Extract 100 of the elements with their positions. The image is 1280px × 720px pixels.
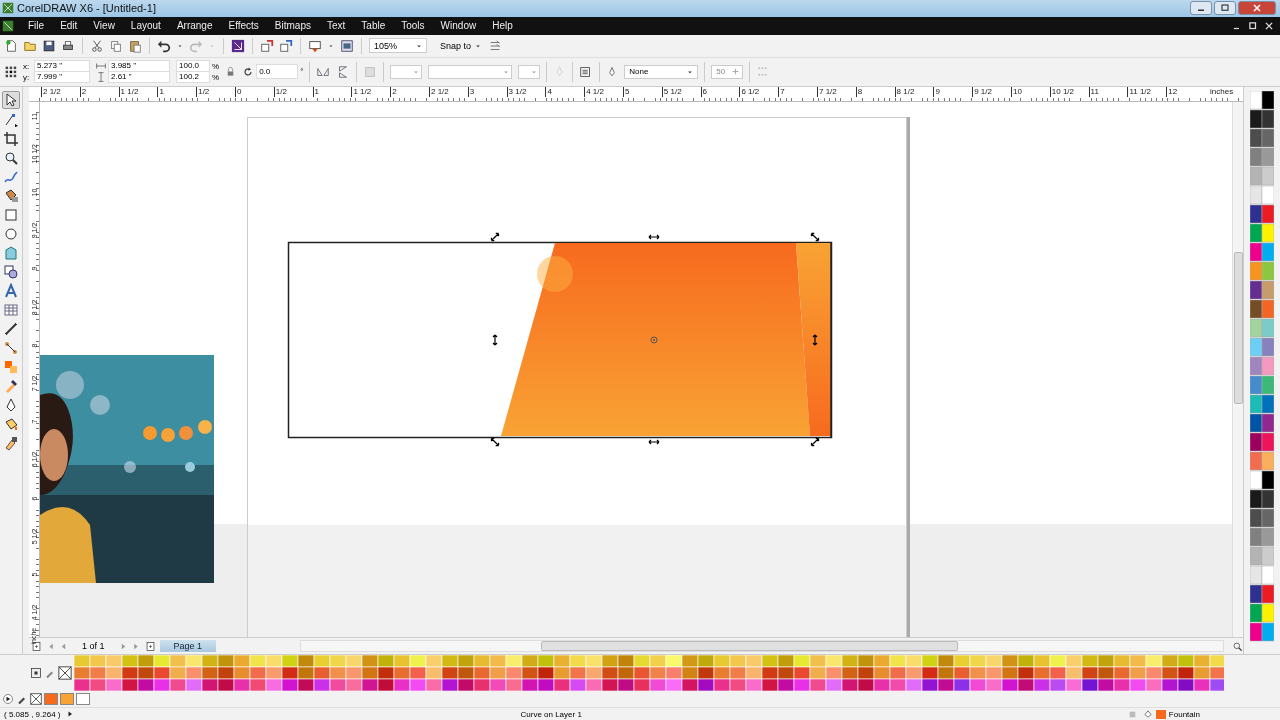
- save-icon[interactable]: [42, 38, 56, 53]
- ruler-label: 1 1/2: [351, 86, 372, 97]
- zoom-dropdown[interactable]: 105%: [369, 38, 427, 54]
- ruler-label: 11 1/2: [1127, 86, 1152, 97]
- options-icon[interactable]: [488, 38, 503, 53]
- vertical-scrollbar[interactable]: [1232, 101, 1243, 638]
- ruler-label: 10 1/2: [1049, 86, 1075, 97]
- crop-tool-icon[interactable]: [3, 130, 19, 147]
- center-marker[interactable]: [650, 336, 658, 344]
- horizontal-scrollbar[interactable]: [300, 640, 1224, 653]
- window-title: CorelDRAW X6 - [Untitled-1]: [17, 2, 157, 15]
- ruler-label: 12: [1166, 86, 1178, 97]
- ruler-label: 8: [855, 86, 863, 97]
- color-swatch[interactable]: [60, 693, 74, 706]
- scale-y-field[interactable]: 100.2: [176, 71, 210, 84]
- rotation-field[interactable]: 0.0: [256, 64, 299, 80]
- menu-item[interactable]: Layout: [122, 20, 169, 32]
- restore-icon[interactable]: [1248, 20, 1258, 31]
- ruler-label: 6 1/2: [739, 86, 760, 97]
- fill-color-swatch: [1155, 709, 1166, 719]
- basic-shapes-icon[interactable]: [3, 263, 19, 280]
- export-icon[interactable]: [279, 38, 293, 53]
- snap-to-dropdown[interactable]: Snap to: [440, 40, 484, 51]
- cut-icon[interactable]: [90, 38, 104, 53]
- no-color-icon[interactable]: [30, 693, 42, 706]
- menu-item[interactable]: Text: [319, 20, 354, 32]
- add-page-icon[interactable]: [144, 640, 156, 652]
- publish-icon[interactable]: [308, 38, 322, 53]
- close-button[interactable]: [1238, 1, 1276, 16]
- ruler-label: 2 1/2: [429, 86, 449, 97]
- zoom-icon[interactable]: [1232, 640, 1243, 652]
- ruler-label: 11: [1088, 86, 1099, 97]
- menu-item[interactable]: Arrange: [168, 20, 221, 32]
- connector-tool-icon[interactable]: [3, 339, 19, 356]
- menu-item[interactable]: Tools: [393, 20, 433, 32]
- ellipse-tool-icon[interactable]: [3, 225, 19, 242]
- text-tool-icon[interactable]: [3, 282, 19, 299]
- menu-item[interactable]: Help: [484, 20, 521, 32]
- ruler-label: 5: [623, 86, 630, 97]
- ruler-label: 3: [467, 86, 475, 97]
- width-field[interactable]: 3.985 ": [108, 60, 170, 73]
- interactive-fill-icon[interactable]: [3, 434, 19, 451]
- value-field[interactable]: 50: [711, 64, 744, 79]
- menu-item[interactable]: Window: [432, 20, 485, 32]
- object-origin-icon[interactable]: [4, 65, 17, 79]
- page-tab[interactable]: Page 1: [159, 640, 217, 653]
- ruler-label: 1: [312, 86, 320, 97]
- ruler-label: 8 1/2: [894, 86, 915, 97]
- no-color-icon[interactable]: [58, 666, 72, 681]
- menu-item[interactable]: Table: [353, 20, 394, 32]
- swatch-icon[interactable]: [30, 667, 42, 680]
- y-label: y:: [23, 72, 31, 82]
- ruler-label: 1 1/2: [118, 86, 139, 97]
- shapes-drawing[interactable]: [287, 241, 833, 438]
- height-icon: [96, 72, 106, 83]
- selection-handles[interactable]: [490, 232, 820, 446]
- ruler-label: 1/2: [273, 86, 287, 97]
- smart-fill-icon[interactable]: [3, 187, 19, 204]
- print-icon[interactable]: [61, 38, 75, 53]
- ruler-label: 10: [1011, 86, 1022, 97]
- menu-item[interactable]: Bitmaps: [266, 20, 319, 32]
- app-icon: [2, 2, 14, 15]
- outline-width-dropdown[interactable]: None: [624, 64, 699, 79]
- height-field[interactable]: 2.61 ": [108, 71, 170, 84]
- page-count: 1 of 1: [81, 641, 106, 652]
- restore-button[interactable]: [1214, 1, 1236, 16]
- ruler-label: 1: [157, 86, 164, 97]
- color-palette-drawing[interactable]: [74, 655, 1224, 692]
- document-icon: [2, 19, 14, 32]
- menu-item[interactable]: Effects: [220, 20, 267, 32]
- menu-item[interactable]: View: [85, 20, 123, 32]
- new-document-icon[interactable]: [4, 38, 18, 53]
- menu-item[interactable]: Edit: [52, 20, 86, 32]
- welcome-screen-icon[interactable]: [340, 38, 354, 53]
- ruler-label: 3 1/2: [506, 86, 527, 97]
- launcher-icon[interactable]: [231, 38, 245, 53]
- y-position-field[interactable]: 7.999 ": [34, 71, 90, 84]
- color-swatch[interactable]: [44, 693, 58, 706]
- previous-page-icon[interactable]: [59, 641, 68, 651]
- x-position-field[interactable]: 5.273 ": [34, 60, 90, 73]
- ruler-unit: inches: [1209, 86, 1234, 97]
- dimension-tool-icon[interactable]: [3, 320, 19, 337]
- color-swatch[interactable]: [76, 693, 90, 706]
- menu-item[interactable]: File: [20, 20, 53, 32]
- color-palette-drawing[interactable]: [1250, 90, 1274, 643]
- import-icon[interactable]: [260, 38, 274, 53]
- pick-tool-icon[interactable]: [3, 91, 19, 108]
- ruler-label: 4 1/2: [584, 86, 604, 97]
- zoom-tool-icon[interactable]: [3, 149, 19, 166]
- rotate-icon: [242, 65, 255, 78]
- paste-icon[interactable]: [128, 38, 142, 53]
- scale-x-field[interactable]: 100.0: [176, 60, 210, 73]
- shape-tool-icon[interactable]: [3, 111, 19, 128]
- copy-icon[interactable]: [109, 38, 123, 53]
- plus-icon: [731, 67, 741, 77]
- close-icon[interactable]: [1264, 20, 1274, 31]
- play-icon[interactable]: [2, 693, 14, 706]
- ruler-label: 2: [79, 86, 87, 97]
- fill-type: Fountain: [1168, 709, 1200, 719]
- width-icon: [96, 61, 106, 72]
